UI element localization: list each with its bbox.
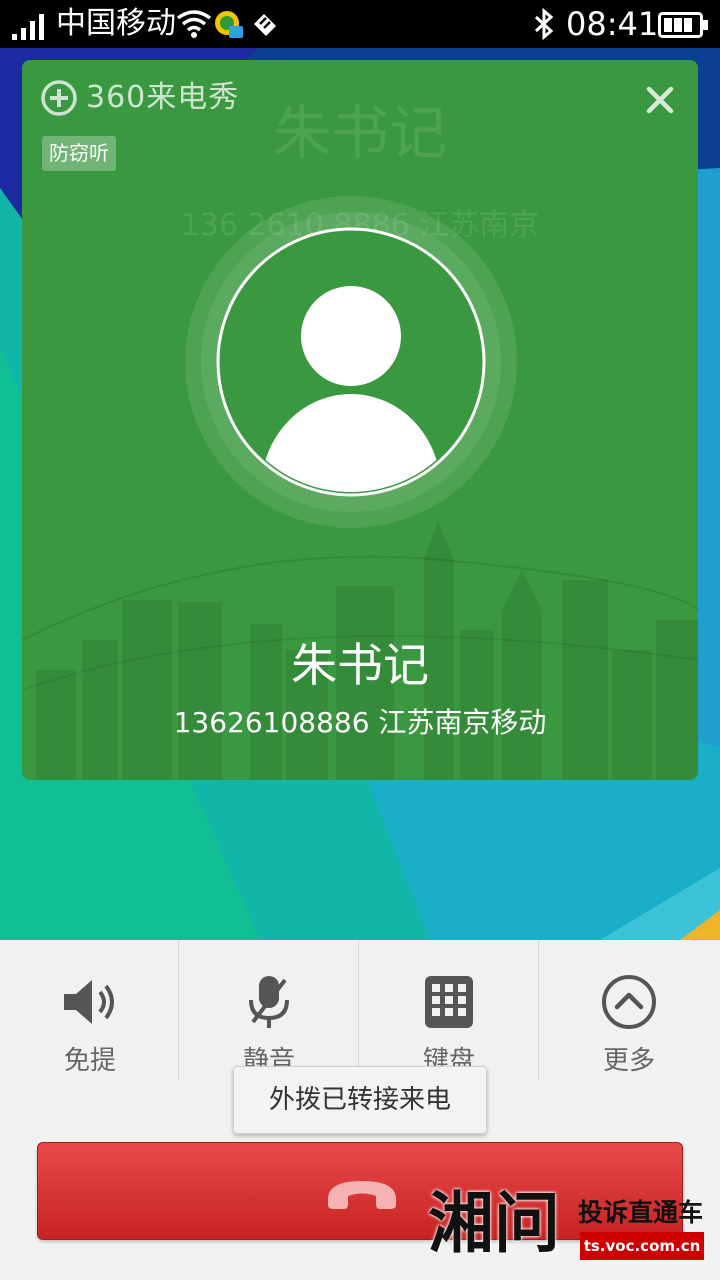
signal-icon: [12, 14, 44, 40]
wifi-icon: [176, 10, 212, 38]
bluetooth-icon: [534, 8, 554, 40]
plus-circle-icon: [41, 80, 77, 116]
speaker-button[interactable]: 免提: [0, 940, 180, 1088]
watermark-logo: 湘问: [428, 1184, 560, 1262]
speaker-icon: [64, 980, 114, 1024]
brand-name: 360来电秀: [86, 80, 240, 115]
anti-eavesdrop-badge: 防窃听: [42, 136, 116, 171]
status-bar: 中国移动 08:41: [0, 0, 720, 48]
keypad-icon: [425, 976, 473, 1028]
more-button[interactable]: 更多: [539, 940, 719, 1088]
usb-debug-icon: [254, 14, 276, 36]
watermark: 湘问 投诉直通车 ts.voc.com.cn: [424, 1178, 720, 1280]
toast-message: 外拨已转接来电: [233, 1066, 487, 1134]
brand-logo: 360来电秀: [40, 78, 239, 118]
watermark-text: 投诉直通车: [578, 1198, 704, 1227]
watermark-url: ts.voc.com.cn: [580, 1232, 704, 1260]
battery-icon: [658, 12, 708, 38]
close-icon[interactable]: [640, 80, 680, 120]
notification-app-icon: [215, 11, 243, 38]
microphone-muted-icon: [249, 976, 289, 1028]
carrier-name: 中国移动: [56, 6, 176, 41]
clock: 08:41: [566, 5, 659, 43]
caller-name: 朱书记: [291, 638, 429, 692]
chevron-up-circle-icon: [602, 975, 656, 1029]
caller-number-location: 13626108886 江苏南京移动: [173, 706, 547, 739]
more-label: 更多: [602, 1046, 655, 1076]
speaker-label: 免提: [63, 1046, 116, 1076]
hang-up-phone-icon: [328, 1181, 396, 1209]
avatar: [185, 196, 517, 528]
caller-card: 朱书记 136 2610 8886 江苏南京 正在拨号... 360来电秀 防窃…: [22, 60, 698, 780]
